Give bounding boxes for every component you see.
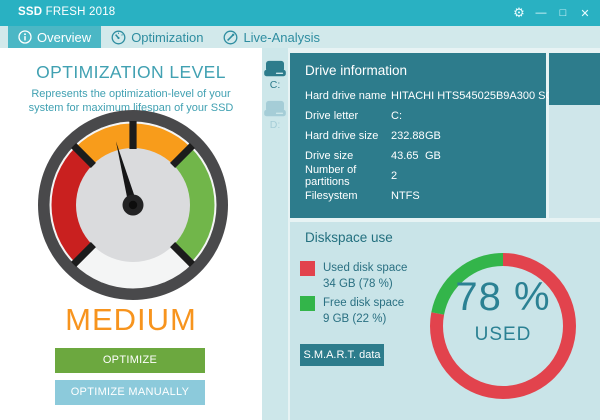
row-value: C:	[391, 110, 402, 122]
used-percent-caption: USED	[474, 324, 532, 345]
tab-optimization[interactable]: Optimization	[101, 26, 213, 48]
minimize-icon[interactable]: —	[532, 3, 550, 23]
optimization-panel: OPTIMIZATION LEVEL Represents the optimi…	[0, 48, 262, 420]
next-panel-peek	[549, 53, 600, 218]
donut-center-text: 78 % USED	[423, 246, 583, 406]
legend-label: Used disk space	[323, 262, 408, 274]
row-label: Hard drive name	[305, 90, 387, 102]
optimization-level-value: MEDIUM	[65, 302, 197, 337]
settings-gear-icon[interactable]: ⚙	[510, 3, 528, 23]
table-row: Drive letter C:	[305, 106, 542, 126]
row-label: Filesystem	[305, 190, 358, 202]
row-value: 2	[391, 170, 398, 182]
row-label: Hard drive size	[305, 130, 379, 142]
legend-detail: 34 GB (78 %)	[323, 278, 393, 290]
row-unit: GB	[425, 150, 441, 162]
app-window: SSD FRESH 2018 ⚙ — □ ✕ Overview Optimiza…	[0, 0, 600, 420]
row-label: Number of partitions	[305, 164, 357, 188]
table-row: Hard drive size 232.88 GB	[305, 126, 542, 146]
legend-used-disk-space: Used disk space 34 GB (78 %)	[300, 260, 407, 292]
app-title-bold: SSD	[18, 6, 43, 18]
table-row: Number of partitions 2	[305, 164, 542, 188]
row-label: Drive letter	[305, 110, 359, 122]
smart-data-button[interactable]: S.M.A.R.T. data	[300, 344, 384, 366]
optimize-manually-button[interactable]: OPTIMIZE MANUALLY	[55, 380, 205, 405]
legend-detail: 9 GB (22 %)	[323, 313, 387, 325]
drive-information-panel: Drive information Hard drive name HITACH…	[290, 53, 588, 218]
next-panel-peek-header	[549, 53, 600, 105]
live-analysis-icon	[223, 30, 238, 45]
tab-overview[interactable]: Overview	[8, 26, 102, 48]
table-row: Filesystem NTFS	[305, 186, 542, 206]
row-label: Drive size	[305, 150, 354, 162]
hard-drive-icon	[264, 100, 286, 117]
drive-item-d[interactable]: D:	[262, 100, 288, 131]
window-controls: ⚙ — □ ✕	[510, 0, 594, 26]
legend-label: Free disk space	[323, 297, 405, 309]
drive-item-c[interactable]: C:	[262, 60, 288, 91]
tab-bar: Overview Optimization Live-Analysis	[0, 26, 600, 48]
used-percent-value: 78 %	[455, 275, 551, 319]
row-value: 232.88	[391, 130, 425, 142]
drive-letter-label: D:	[269, 119, 281, 131]
app-title: SSD FRESH 2018	[18, 6, 115, 18]
table-row: Hard drive name HITACHI HTS545025B9A300 …	[305, 86, 588, 106]
tab-label: Optimization	[131, 29, 204, 45]
optimization-title: OPTIMIZATION LEVEL	[36, 62, 226, 82]
maximize-icon[interactable]: □	[554, 3, 572, 23]
tab-label: Overview	[37, 29, 92, 45]
diskspace-title: Diskspace use	[305, 230, 393, 245]
free-color-swatch	[300, 295, 315, 311]
tab-live-analysis[interactable]: Live-Analysis	[213, 26, 330, 48]
close-icon[interactable]: ✕	[576, 3, 594, 23]
drive-selector-strip: C: D:	[262, 48, 288, 420]
diskspace-donut-chart: 78 % USED	[423, 246, 583, 406]
main-content: Drive information Hard drive name HITACH…	[288, 48, 600, 420]
row-value: NTFS	[391, 190, 420, 202]
row-unit: GB	[425, 130, 441, 142]
optimization-gauge	[38, 110, 228, 300]
table-row: Drive size 43.65 GB	[305, 146, 542, 166]
gauge-icon	[111, 30, 126, 45]
diskspace-panel: Diskspace use Used disk space 34 GB (78 …	[290, 222, 600, 420]
legend-free-disk-space: Free disk space 9 GB (22 %)	[300, 295, 404, 327]
subtitle-line-1: Represents the optimization-level of you…	[31, 88, 231, 100]
hard-drive-icon	[264, 60, 286, 77]
info-icon	[18, 30, 32, 44]
app-title-rest: FRESH 2018	[42, 6, 116, 18]
title-bar: SSD FRESH 2018 ⚙ — □ ✕	[0, 0, 600, 26]
drive-information-title: Drive information	[305, 63, 408, 78]
drive-letter-label: C:	[269, 79, 281, 91]
row-value: 43.65	[391, 150, 419, 162]
used-color-swatch	[300, 260, 315, 276]
tab-label: Live-Analysis	[243, 29, 321, 45]
gauge-svg	[38, 110, 228, 300]
optimize-automatically-button[interactable]: OPTIMIZE AUTOMATICALLY	[55, 348, 205, 391]
drive-information-rows: Hard drive name HITACHI HTS545025B9A300 …	[305, 86, 588, 206]
